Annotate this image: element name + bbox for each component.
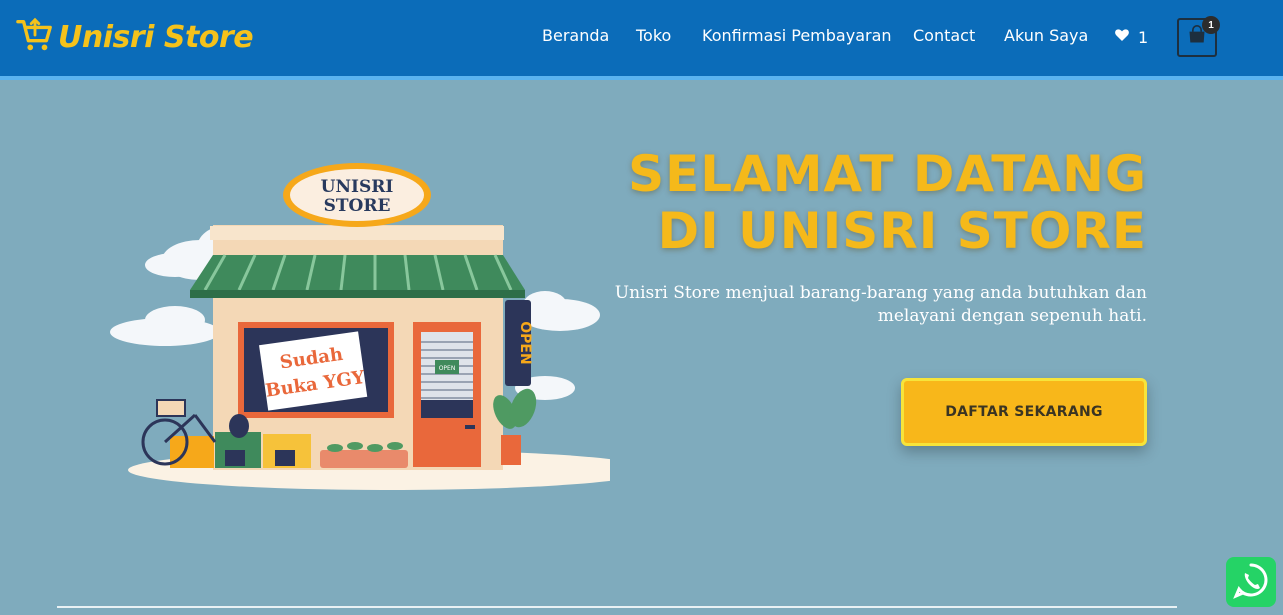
hero-title-line2: DI UNISRI STORE: [657, 202, 1147, 260]
side-open-sign-text: OPEN: [517, 321, 533, 364]
brand-name: Unisri Store: [58, 19, 254, 55]
whatsapp-icon: [1231, 560, 1271, 605]
hero-subtitle-line2: melayani dengan sepenuh hati.: [877, 306, 1147, 326]
nav-contact[interactable]: Contact: [913, 26, 975, 45]
wishlist-count: 1: [1138, 27, 1149, 47]
store-sign-line2: STORE: [324, 196, 391, 216]
door-sign-text: OPEN: [439, 365, 456, 372]
nav-toko[interactable]: Toko: [636, 26, 671, 45]
nav-akun-saya[interactable]: Akun Saya: [1004, 26, 1088, 45]
register-now-button[interactable]: DAFTAR SEKARANG: [901, 378, 1147, 446]
header-underline: [0, 76, 1283, 80]
hero-subtitle: Unisri Store menjual barang-barang yang …: [607, 282, 1147, 328]
whatsapp-chat-button[interactable]: [1226, 557, 1276, 607]
nav-konfirmasi-pembayaran[interactable]: Konfirmasi Pembayaran: [702, 26, 892, 45]
section-divider: [57, 606, 1177, 608]
cart-logo-icon: [16, 16, 54, 59]
wishlist-link[interactable]: 1: [1114, 27, 1148, 47]
cloud-low-left: [110, 306, 220, 346]
brand-logo[interactable]: Unisri Store: [16, 16, 254, 59]
heart-icon: [1114, 27, 1138, 47]
roof-top: [210, 226, 504, 240]
store-sign-line1: UNISRI: [321, 177, 394, 197]
store-illustration: UNISRI STORE Sudah Buka YGY OPEN OPEN: [110, 163, 610, 490]
hero-title-line1: SELAMAT DATANG: [628, 145, 1147, 203]
hero-title: SELAMAT DATANG DI UNISRI STORE: [628, 146, 1147, 260]
nav-beranda[interactable]: Beranda: [542, 26, 609, 45]
hero-subtitle-line1: Unisri Store menjual barang-barang yang …: [614, 283, 1147, 303]
cart-count-badge: 1: [1202, 16, 1220, 34]
